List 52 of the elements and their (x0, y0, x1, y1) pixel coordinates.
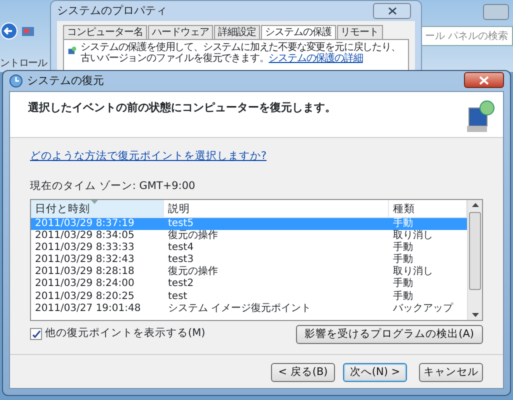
table-cell[interactable]: 2011/03/29 8:32:43 (31, 254, 164, 266)
table-cell[interactable]: 2011/03/29 8:34:05 (31, 230, 164, 242)
table-cell[interactable]: 復元の操作 (164, 230, 389, 242)
checkbox-label[interactable]: 他の復元ポイントを表示する(M) (45, 326, 206, 342)
tab[interactable]: システムの保護 (261, 25, 336, 39)
breadcrumb-text[interactable]: ントロール (0, 56, 48, 71)
close-button[interactable] (464, 72, 504, 88)
table-cell[interactable]: 取り消し (389, 230, 467, 242)
scroll-thumb[interactable] (469, 212, 481, 290)
tab[interactable]: コンピューター名 (63, 25, 147, 39)
scrollbar[interactable] (467, 200, 482, 320)
tab[interactable]: ハードウェア (148, 25, 213, 39)
restore-icon (9, 74, 23, 88)
table-cell[interactable]: バックアップ (389, 302, 467, 315)
search-field[interactable]: ール パネルの検索 (421, 26, 513, 46)
dialog-title: システムの復元 (27, 72, 104, 89)
table-cell[interactable]: test3 (164, 254, 389, 266)
dialog-heading: 選択したイベントの前の状態にコンピューターを復元します。 (28, 100, 336, 116)
check-icon (32, 330, 40, 338)
table-cell[interactable]: test2 (164, 278, 389, 291)
table-cell[interactable]: 2011/03/27 19:01:48 (31, 302, 164, 315)
dialog-button[interactable]: < 戻る(B) (271, 362, 335, 382)
table-cell[interactable]: 2011/03/29 8:20:25 (31, 290, 164, 303)
table-cell[interactable]: 手動 (389, 254, 467, 266)
table-cell[interactable]: 手動 (389, 290, 467, 303)
tab[interactable]: リモート (336, 25, 382, 39)
folder-icon (21, 25, 35, 37)
column-header[interactable]: 日付と時刻 (31, 200, 164, 218)
window-title: システムのプロパティ (57, 3, 167, 19)
table-cell[interactable]: 復元の操作 (164, 266, 389, 278)
table-cell[interactable]: test4 (164, 242, 389, 254)
table-cell[interactable]: 2011/03/29 8:33:33 (31, 242, 164, 254)
checkbox[interactable] (30, 328, 42, 340)
sort-icon (91, 200, 98, 204)
timezone-text: 現在のタイム ゾーン: GMT+9:00 (30, 178, 196, 194)
table-cell[interactable]: システム イメージ復元ポイント (164, 302, 389, 315)
detect-programs-button[interactable]: 影響を受けるプログラムの検出(A) (296, 324, 483, 344)
back-icon[interactable] (0, 22, 18, 40)
close-button[interactable] (373, 3, 411, 19)
table-cell[interactable]: test (164, 290, 389, 303)
help-link[interactable]: どのような方法で復元ポイントを選択しますか? (30, 150, 267, 162)
tab[interactable]: 詳細設定 (214, 25, 260, 39)
dialog-button[interactable]: キャンセル (419, 362, 483, 382)
close-icon (479, 76, 489, 84)
table-cell[interactable]: 取り消し (389, 266, 467, 278)
table-cell[interactable]: 手動 (389, 242, 467, 254)
learn-more-link[interactable]: システムの保護の詳細 (268, 53, 363, 64)
close-icon (388, 7, 396, 15)
table-cell[interactable]: 2011/03/29 8:28:18 (31, 266, 164, 278)
table-cell[interactable]: 2011/03/29 8:24:00 (31, 278, 164, 291)
table-cell[interactable]: 手動 (389, 278, 467, 291)
dialog-button[interactable]: 次へ(N) > (343, 362, 407, 382)
